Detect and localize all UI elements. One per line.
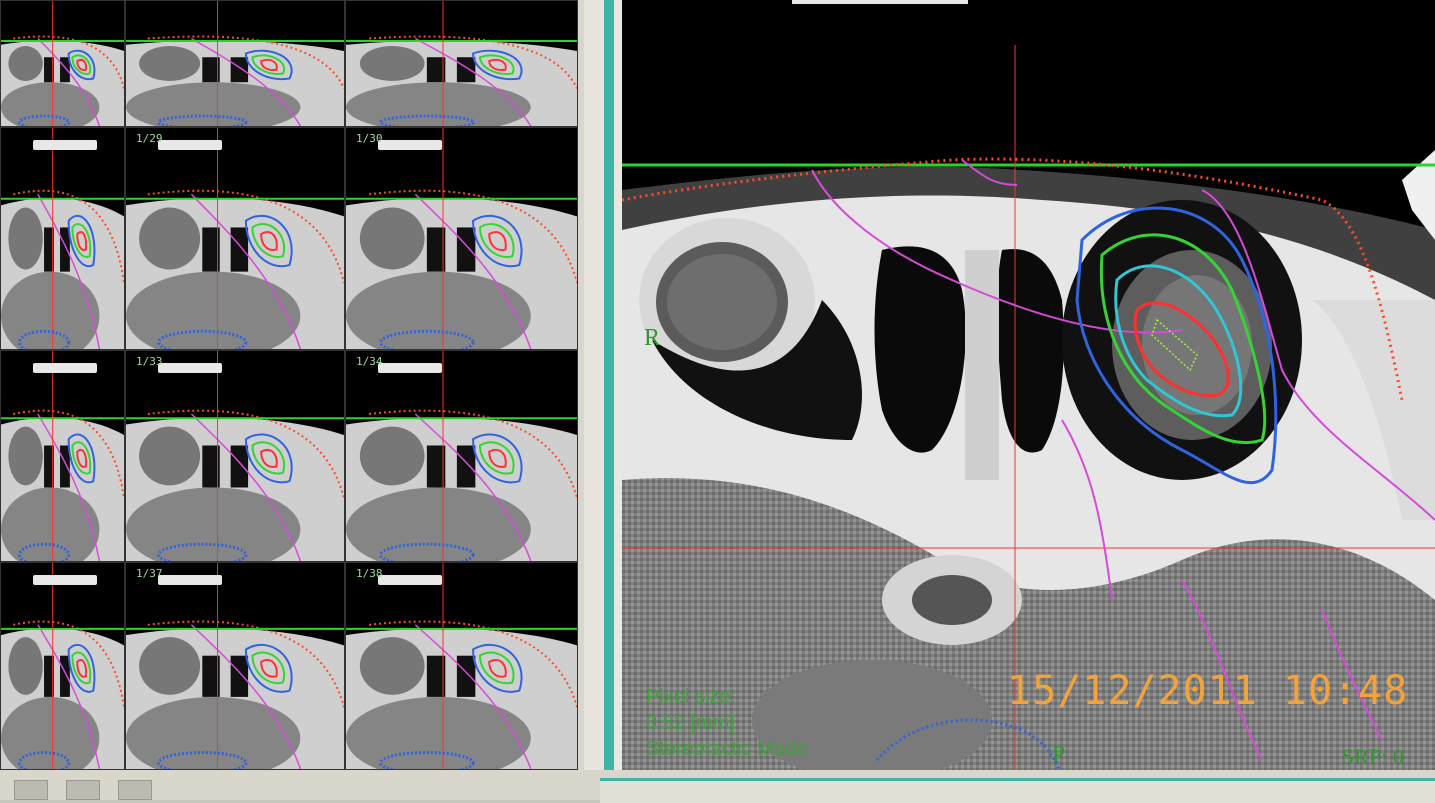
- thumbnail-image: [346, 563, 577, 769]
- monitor-bezel: [584, 0, 614, 775]
- pixel-size-label: Pixel size:: [646, 686, 737, 708]
- ct-thumbnail[interactable]: 1/29: [125, 127, 345, 350]
- slice-info-bar: [158, 575, 222, 585]
- thumbnail-image: [126, 351, 344, 561]
- ct-thumbnail[interactable]: 1/38: [345, 562, 578, 770]
- slice-info-bar: [378, 140, 442, 150]
- slice-number-label: 1/33: [136, 355, 163, 368]
- orientation-posterior-label: P: [1052, 742, 1066, 768]
- thumbnail-image: [346, 351, 577, 561]
- pixel-info: Pixel size: 0.52 [mm] Stereotactic Mode: [646, 684, 807, 762]
- mode-label: Stereotactic Mode: [646, 738, 808, 760]
- main-ct-view[interactable]: R P SRP: 0 Pixel size: 0.52 [mm] Stereot…: [614, 0, 1435, 778]
- slice-number-label: 1/29: [136, 132, 163, 145]
- slice-info-bar: [378, 363, 442, 373]
- slice-number-label: 1/37: [136, 567, 163, 580]
- thumbnail-image: [126, 128, 344, 349]
- slice-info-bar: [158, 140, 222, 150]
- ct-thumbnail[interactable]: 1/34: [345, 350, 578, 562]
- ct-thumbnail[interactable]: [0, 562, 125, 770]
- axial-ct-slice[interactable]: [622, 0, 1435, 778]
- ct-thumbnail[interactable]: [0, 350, 125, 562]
- pixel-size-value: 0.52 [mm]: [646, 712, 735, 734]
- slice-number-label: 1/38: [356, 567, 383, 580]
- ct-thumbnail[interactable]: [345, 0, 578, 127]
- bottom-bezel: [600, 778, 1435, 803]
- thumbnail-image: [126, 1, 344, 126]
- slice-info-bar: [33, 575, 97, 585]
- ct-thumbnail[interactable]: 1/30: [345, 127, 578, 350]
- timestamp: 15/12/2011 10:48: [1007, 668, 1409, 714]
- orientation-right-label: R: [644, 325, 661, 351]
- top-label-bar: [792, 0, 968, 4]
- slice-info-bar: [158, 363, 222, 373]
- monitor-button-icon[interactable]: [66, 780, 100, 800]
- thumbnail-image: [1, 563, 124, 769]
- slice-info-bar: [378, 575, 442, 585]
- slice-number-label: 1/30: [356, 132, 383, 145]
- thumbnail-image: [1, 1, 124, 126]
- ct-thumbnail[interactable]: [0, 0, 125, 127]
- thumbnail-image: [1, 351, 124, 561]
- slice-info-bar: [33, 140, 97, 150]
- monitor-button-icon[interactable]: [118, 780, 152, 800]
- thumbnail-grid: 1/29 1/30 1/33 1/34 1/37 1/38: [0, 0, 578, 770]
- thumbnail-image: [126, 563, 344, 769]
- ct-thumbnail[interactable]: 1/37: [125, 562, 345, 770]
- bottom-icons: [0, 780, 152, 800]
- slice-info-bar: [33, 363, 97, 373]
- ct-thumbnail[interactable]: [125, 0, 345, 127]
- ct-thumbnail[interactable]: [0, 127, 125, 350]
- thumbnail-image: [346, 128, 577, 349]
- slice-number-label: 1/34: [356, 355, 383, 368]
- thumbnail-image: [1, 128, 124, 349]
- thumbnail-image: [346, 1, 577, 126]
- srp-label: SRP: 0: [1342, 744, 1404, 769]
- ct-thumbnail[interactable]: 1/33: [125, 350, 345, 562]
- thumbnail-monitor: 1/29 1/30 1/33 1/34 1/37 1/38: [0, 0, 584, 770]
- monitor-button-icon[interactable]: [14, 780, 48, 800]
